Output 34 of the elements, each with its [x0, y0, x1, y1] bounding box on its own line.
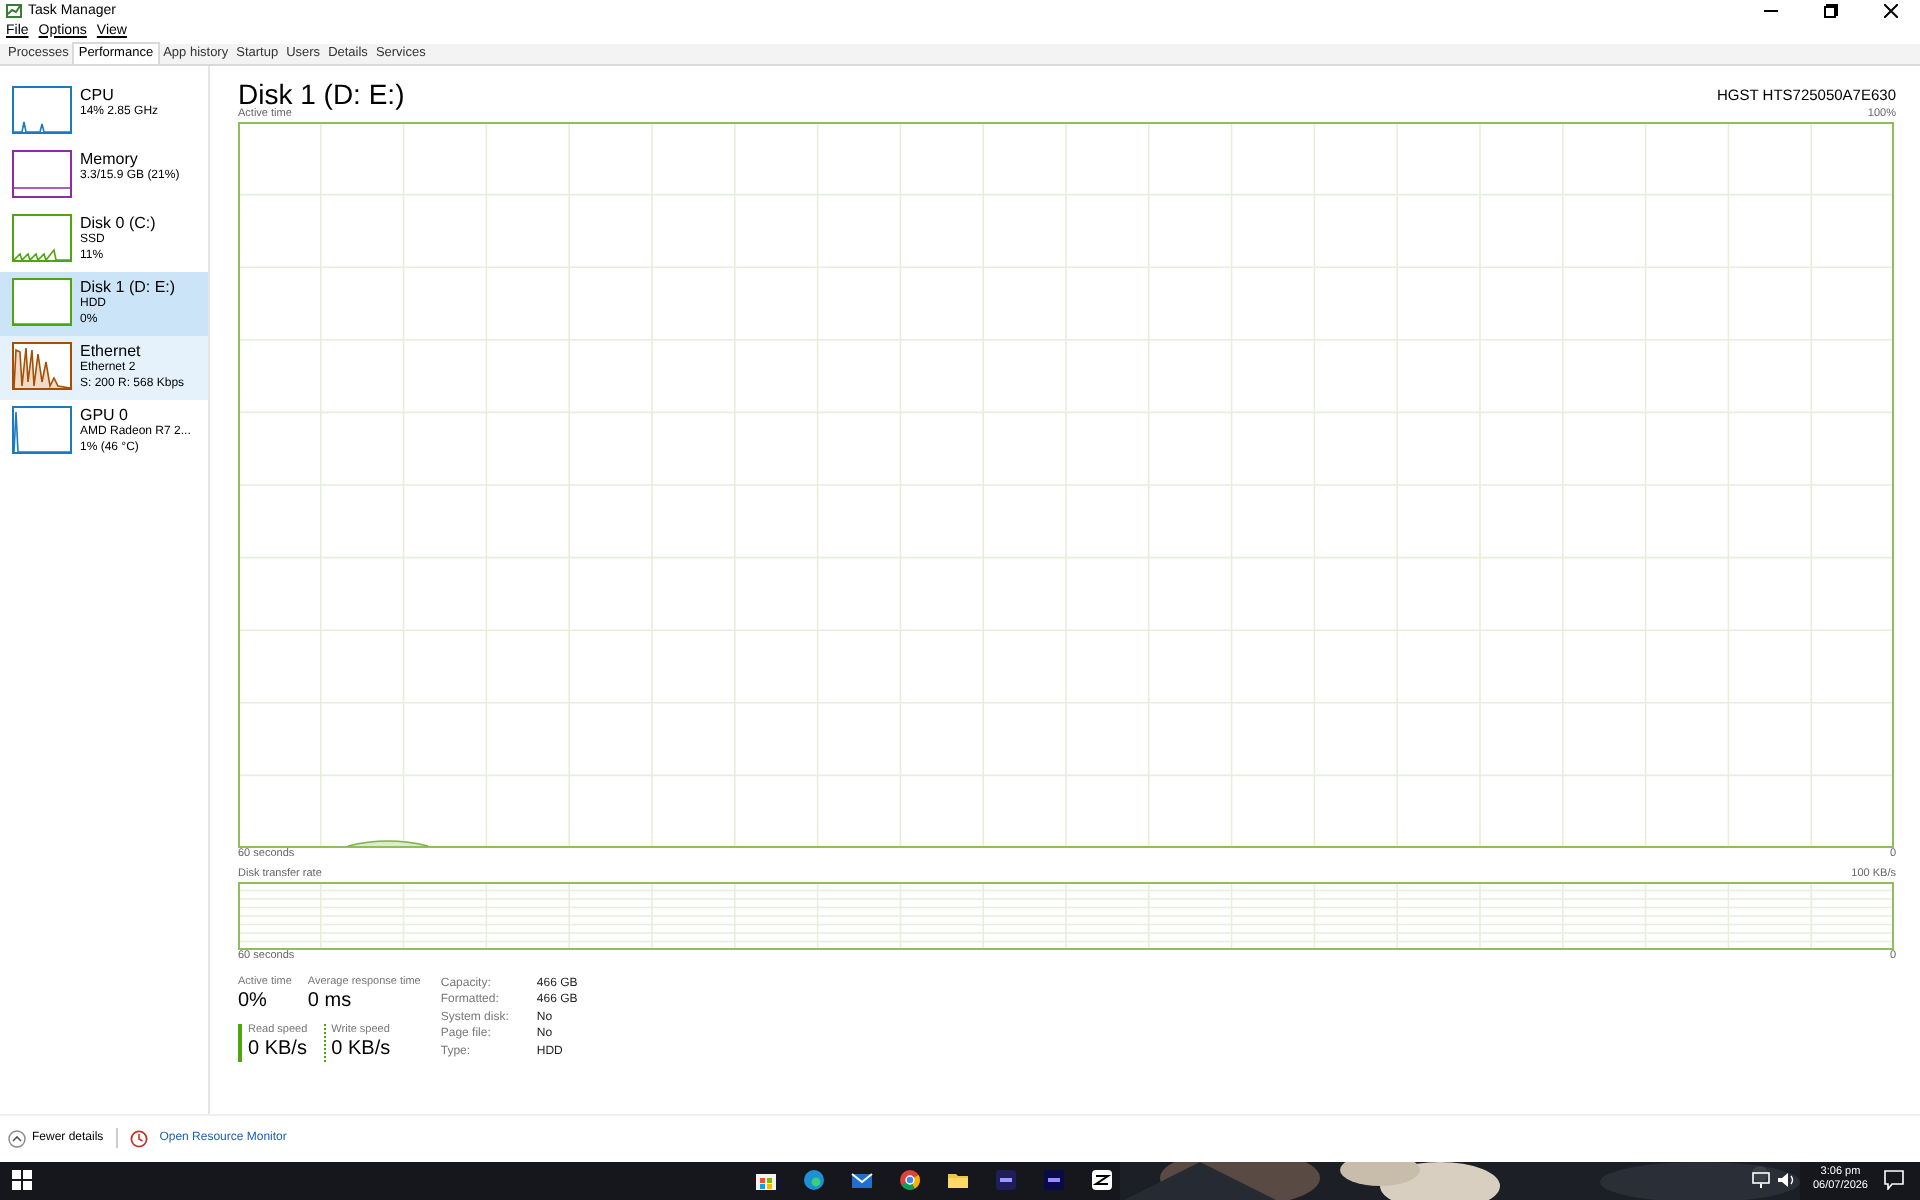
maximize-icon	[1823, 3, 1837, 17]
sidebar-item-name: CPU	[80, 85, 116, 104]
network-icon[interactable]	[1752, 1172, 1771, 1189]
stat-value: 0%	[238, 989, 269, 1014]
chevron-up-icon	[8, 1129, 26, 1148]
sparkline-icon	[12, 277, 72, 326]
speed-value: 0 KB/s	[248, 1037, 308, 1062]
speed-value: 0 KB/s	[331, 1037, 391, 1062]
disk-title: Disk 1 (D: E:)	[238, 79, 405, 108]
app-icon	[6, 3, 22, 17]
sidebar-item-name: Disk 0 (C:)	[80, 213, 156, 232]
start-icon[interactable]	[12, 1170, 32, 1191]
app-tile-icon[interactable]	[994, 1168, 1018, 1193]
store-icon[interactable]	[754, 1168, 778, 1193]
stat-value: 0 ms	[307, 989, 354, 1014]
sparkline-icon	[12, 341, 72, 390]
sparkline-icon	[12, 149, 72, 198]
sparkline-icon	[12, 85, 72, 134]
sparkline-icon	[12, 405, 72, 454]
sparkline-icon	[12, 213, 72, 262]
chrome-icon[interactable]	[898, 1168, 922, 1193]
editor-icon[interactable]	[1090, 1168, 1114, 1193]
notification-icon[interactable]	[1884, 1170, 1904, 1191]
folder-icon[interactable]	[946, 1168, 970, 1193]
speaker-icon[interactable]	[1778, 1172, 1797, 1189]
sidebar-item-name: Ethernet	[80, 341, 143, 360]
browser-icon[interactable]	[802, 1168, 826, 1193]
sidebar-item-name: Memory	[80, 149, 140, 168]
sidebar-item-name: Disk 1 (D: E:)	[80, 277, 176, 296]
close-icon	[1883, 3, 1897, 17]
mail-icon[interactable]	[850, 1168, 874, 1193]
resource-monitor-icon	[129, 1129, 148, 1148]
sidebar-item-name: GPU 0	[80, 405, 131, 424]
video-app-icon[interactable]	[1042, 1168, 1066, 1193]
